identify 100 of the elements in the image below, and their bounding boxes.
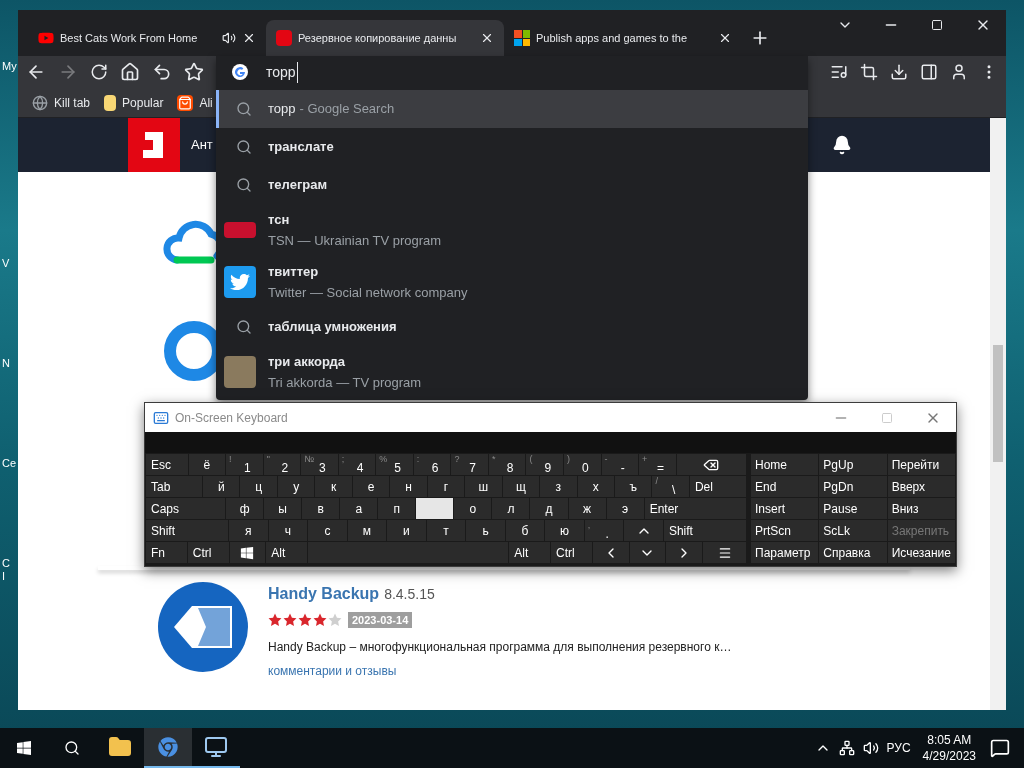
suggestion-row[interactable]: торр - Google Search	[216, 90, 808, 128]
keyboard-key[interactable]: Ctrl	[187, 542, 229, 563]
keyboard-key[interactable]: ? 7	[451, 454, 488, 475]
close-tab-icon[interactable]	[242, 31, 256, 45]
browser-tab[interactable]: Publish apps and games to the	[504, 20, 742, 56]
language-indicator[interactable]: РУС	[886, 739, 911, 757]
keyboard-key[interactable]: Ctrl	[551, 542, 592, 563]
download-icon[interactable]	[890, 63, 908, 81]
keyboard-key[interactable]: ъ	[615, 476, 652, 497]
keyboard-key[interactable]: ( 9	[526, 454, 563, 475]
keyboard-key[interactable]: ш	[465, 476, 502, 497]
keyboard-key[interactable]: PrtScn	[751, 520, 819, 541]
home-icon[interactable]	[120, 62, 140, 82]
desktop-icon-label[interactable]: N	[2, 355, 10, 372]
keyboard-key[interactable]: ю	[545, 520, 584, 541]
keyboard-key[interactable]: Caps	[146, 498, 226, 519]
suggestion-row[interactable]: твиттер Twitter — Social network company	[216, 256, 808, 308]
clock[interactable]: 8:05 AM 4/29/2023	[922, 732, 976, 764]
keyboard-key[interactable]: ) 0	[564, 454, 601, 475]
keyboard-key[interactable]: Перейти	[887, 454, 955, 475]
keyboard-key[interactable]: ж	[568, 498, 606, 519]
suggestion-row[interactable]: тсн TSN — Ukrainian TV program	[216, 204, 808, 256]
profile-icon[interactable]	[950, 63, 968, 81]
browser-tab[interactable]: Резервное копирование данны	[266, 20, 504, 56]
keyboard-key[interactable]: Параметр	[751, 542, 819, 563]
keyboard-key[interactable]: и	[387, 520, 426, 541]
keyboard-key[interactable]: э	[606, 498, 644, 519]
keyboard-key[interactable]: / \	[652, 476, 689, 497]
keyboard-key[interactable]: ; 4	[338, 454, 376, 475]
keyboard-key[interactable]: % 5	[376, 454, 413, 475]
keyboard-key[interactable]: г	[427, 476, 465, 497]
keyboard-key[interactable]: н	[390, 476, 427, 497]
keyboard-key[interactable]: Tab	[146, 476, 203, 497]
keyboard-key[interactable]: й	[203, 476, 240, 497]
keyboard-key[interactable]: - -	[601, 454, 639, 475]
keyboard-key[interactable]: о	[454, 498, 492, 519]
keyboard-key[interactable]: х	[577, 476, 614, 497]
desktop-icon-label[interactable]: My	[2, 58, 17, 75]
keyboard-key[interactable]: а	[340, 498, 378, 519]
suggestion-row[interactable]: транслате	[216, 128, 808, 166]
close-tab-icon[interactable]	[480, 31, 494, 45]
crop-icon[interactable]	[860, 63, 878, 81]
keyboard-key[interactable]	[229, 542, 266, 563]
bookmark-star-icon[interactable]	[184, 62, 204, 82]
keyboard-key[interactable]: Shift	[663, 520, 746, 541]
suggestion-row[interactable]: таблица умножения	[216, 308, 808, 346]
keyboard-key[interactable]: б	[505, 520, 545, 541]
keyboard-key[interactable]: * 8	[488, 454, 526, 475]
side-panel-icon[interactable]	[920, 63, 938, 81]
close-tab-icon[interactable]	[718, 31, 732, 45]
browser-tab[interactable]: Best Cats Work From Home	[28, 20, 266, 56]
keyboard-key[interactable]: с	[308, 520, 347, 541]
keyboard-key[interactable]: к	[315, 476, 352, 497]
undo-icon[interactable]	[152, 62, 172, 82]
network-icon[interactable]	[838, 740, 855, 756]
nav-link[interactable]: Ант	[191, 135, 213, 155]
bookmark-item[interactable]: Ali	[177, 93, 213, 112]
bookmark-item[interactable]: Kill tab	[32, 93, 91, 112]
keyboard-key[interactable]: , .	[584, 520, 624, 541]
keyboard-key[interactable]: т	[426, 520, 466, 541]
notifications-icon[interactable]	[990, 738, 1010, 758]
keyboard-key[interactable]: д	[530, 498, 568, 519]
desktop-icon-label[interactable]: Ce	[2, 455, 17, 472]
taskbar-app-button[interactable]	[144, 728, 192, 768]
keyboard-key[interactable]: я	[229, 520, 268, 541]
keyboard-key[interactable]: Исчезание	[887, 542, 955, 563]
keyboard-key[interactable]: з	[540, 476, 577, 497]
scrollbar[interactable]	[990, 118, 1006, 710]
site-logo[interactable]	[128, 118, 180, 172]
keyboard-key[interactable]: ч	[268, 520, 308, 541]
keyboard-key[interactable]: ScLk	[819, 520, 887, 541]
keyboard-key[interactable]: ё	[188, 454, 226, 475]
keyboard-key[interactable]: Справка	[819, 542, 887, 563]
keyboard-key[interactable]: в	[302, 498, 340, 519]
reload-icon[interactable]	[90, 63, 108, 81]
keyboard-key[interactable]: End	[751, 476, 819, 497]
keyboard-key[interactable]: Home	[751, 454, 819, 475]
keyboard-key[interactable]: ! 1	[226, 454, 263, 475]
maximize-icon[interactable]	[931, 19, 943, 31]
keyboard-key[interactable]: Pause	[819, 498, 887, 519]
keyboard-key[interactable]: ь	[466, 520, 505, 541]
keyboard-key[interactable]: Esc	[146, 454, 188, 475]
keyboard-key[interactable]: № 3	[301, 454, 338, 475]
keyboard-key[interactable]: Вниз	[887, 498, 955, 519]
keyboard-key[interactable]: щ	[502, 476, 540, 497]
keyboard-key[interactable]: Insert	[751, 498, 819, 519]
keyboard-key[interactable]: Вверх	[887, 476, 955, 497]
keyboard-key[interactable]: Enter	[644, 498, 746, 519]
keyboard-key[interactable]: ц	[240, 476, 277, 497]
keyboard-key[interactable]: у	[277, 476, 315, 497]
keyboard-key[interactable]: Del	[689, 476, 746, 497]
keyboard-key[interactable]	[703, 542, 747, 563]
keyboard-key[interactable]: Alt	[509, 542, 551, 563]
keyboard-key[interactable]: п	[378, 498, 416, 519]
keyboard-key[interactable]: : 6	[413, 454, 451, 475]
keyboard-key[interactable]: ф	[226, 498, 264, 519]
address-field[interactable]: торр	[216, 56, 808, 88]
bookmark-item[interactable]: Popular	[104, 93, 164, 112]
keyboard-key[interactable]: PgDn	[819, 476, 887, 497]
notification-bell-icon[interactable]	[832, 135, 852, 155]
